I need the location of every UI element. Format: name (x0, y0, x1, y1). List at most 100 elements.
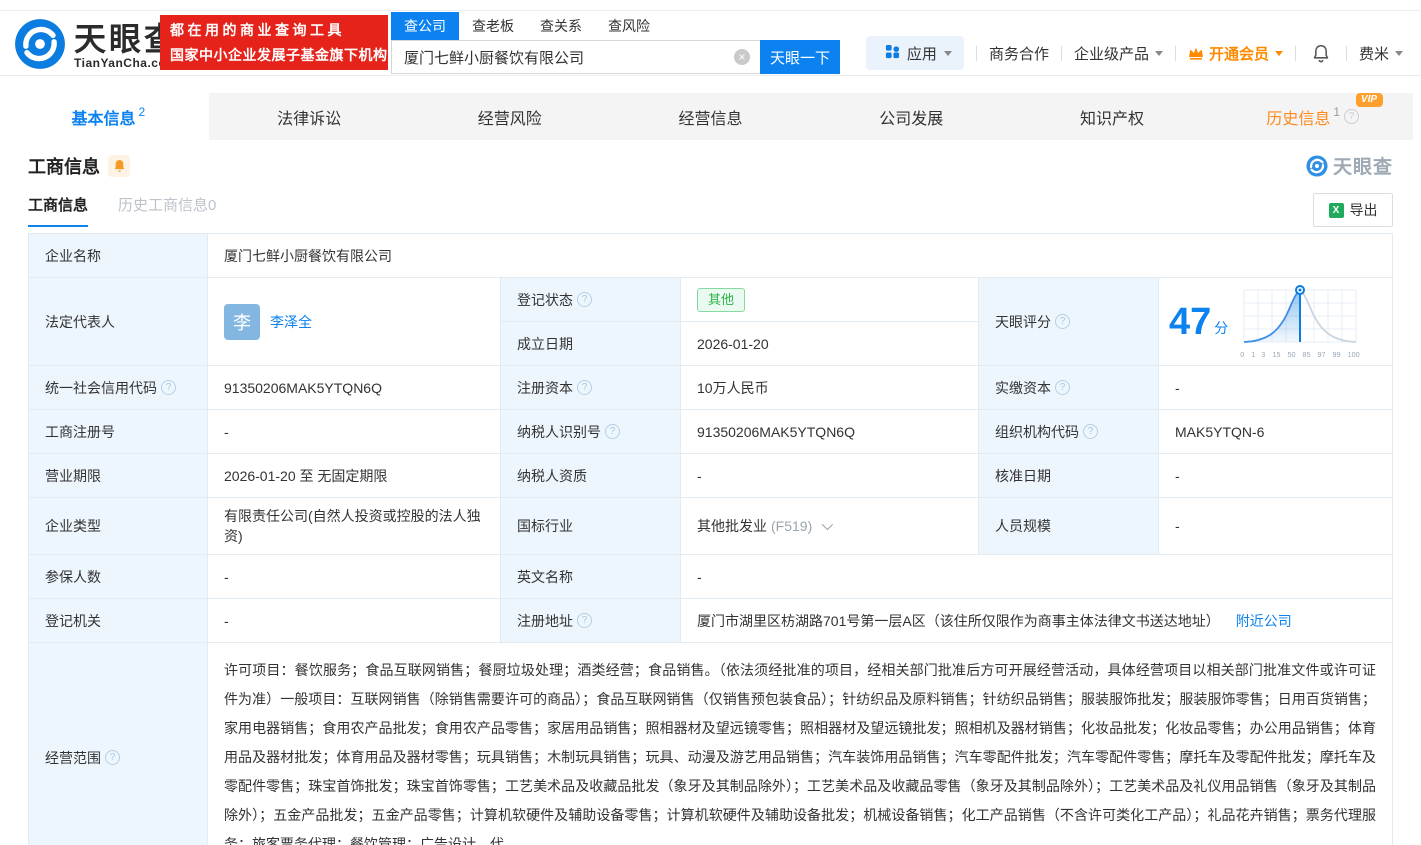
search-area: 查公司 查老板 查关系 查风险 × 天眼一下 (391, 12, 840, 74)
monitor-bell-icon[interactable] (108, 154, 130, 177)
business-scope-value: 许可项目：餐饮服务；食品互联网销售；餐厨垃圾处理；酒类经营；食品销售。（依法须经… (208, 643, 1392, 845)
tab-operating-info[interactable]: 经营信息 (610, 93, 811, 140)
help-icon[interactable]: ? (577, 613, 592, 628)
chevron-down-icon (943, 50, 952, 56)
industry-label: 国标行业 (501, 498, 681, 555)
staff-size-label: 人员规模 (979, 498, 1159, 555)
app-grid-icon (885, 44, 900, 63)
english-name-label: 英文名称 (501, 555, 681, 599)
legal-rep-value: 李 李泽全 (208, 278, 501, 366)
search-tab-relation[interactable]: 查关系 (527, 12, 595, 40)
search-input[interactable] (391, 40, 760, 74)
tianyancha-watermark: 天眼查 (1306, 152, 1393, 179)
tab-intellectual-property[interactable]: 知识产权 (1012, 93, 1213, 140)
table-row: 参保人数 - 英文名称 - (29, 555, 1392, 599)
tab-company-development[interactable]: 公司发展 (811, 93, 1012, 140)
apps-menu-button[interactable]: 应用 (865, 36, 964, 70)
score-chart-axis: 0 1 3 15 50 85 97 99 100 (1240, 350, 1360, 359)
notification-bell-icon[interactable] (1312, 44, 1330, 63)
insured-count-value: - (208, 555, 501, 599)
approval-date-value: - (1159, 454, 1392, 498)
export-button[interactable]: X 导出 (1313, 193, 1393, 227)
tab-basic-info[interactable]: 基本信息 2 (8, 93, 209, 140)
search-button[interactable]: 天眼一下 (760, 40, 840, 74)
chevron-down-icon (1154, 50, 1163, 56)
taxpayer-id-value: 91350206MAK5YTQN6Q (681, 410, 979, 454)
search-tabs: 查公司 查老板 查关系 查风险 (391, 12, 840, 40)
tianyancha-logo-icon (14, 18, 66, 75)
user-account-menu[interactable]: 费米 (1359, 43, 1403, 64)
score-unit: 分 (1214, 319, 1229, 336)
reg-address-value: 厦门市湖里区枋湖路701号第一层A区（该住所仅限作为商事主体法律文书送达地址） … (681, 599, 1392, 643)
company-type-label: 企业类型 (29, 498, 208, 555)
score-number: 47 (1169, 300, 1212, 343)
section-header: 工商信息 天眼查 (28, 152, 1393, 179)
reg-capital-value: 10万人民币 (681, 366, 979, 410)
chevron-down-icon (1395, 50, 1403, 56)
business-term-value: 2026-01-20 至 无固定期限 (208, 454, 501, 498)
company-name-value: 厦门七鲜小厨餐饮有限公司 (208, 234, 1392, 278)
page-top-divider (0, 0, 1421, 11)
chevron-down-icon[interactable] (821, 518, 834, 531)
legal-rep-link[interactable]: 李泽全 (270, 312, 312, 332)
credit-code-label: 统一社会信用代码 ? (29, 366, 208, 410)
enterprise-products-menu[interactable]: 企业级产品 (1074, 43, 1163, 64)
reg-status-value: 其他 (681, 278, 979, 322)
help-icon[interactable]: ? (1055, 314, 1070, 329)
table-row: 法定代表人 李 李泽全 登记状态 ? 其他 天眼评分 ? 47 分 0 1 3 … (29, 278, 1392, 366)
legal-rep-avatar[interactable]: 李 (224, 303, 260, 340)
reg-number-value: - (208, 410, 501, 454)
help-icon[interactable]: ? (1055, 380, 1070, 395)
search-tab-boss[interactable]: 查老板 (459, 12, 527, 40)
reg-number-label: 工商注册号 (29, 410, 208, 454)
banner-line2: 国家中小企业发展子基金旗下机构 (170, 47, 388, 63)
nearby-companies-link[interactable]: 附近公司 (1236, 611, 1292, 631)
help-icon[interactable]: ? (577, 380, 592, 395)
industry-code: (F519) (771, 518, 813, 534)
subtab-business-info[interactable]: 工商信息 (28, 194, 89, 227)
table-row: 统一社会信用代码 ? 91350206MAK5YTQN6Q 注册资本 ? 10万… (29, 366, 1392, 410)
username: 费米 (1358, 45, 1389, 63)
industry-value: 其他批发业 (F519) (681, 498, 979, 555)
tab-legal-proceedings[interactable]: 法律诉讼 (209, 93, 410, 140)
company-name-label: 企业名称 (29, 234, 208, 278)
help-icon[interactable]: ? (161, 380, 176, 395)
site-logo[interactable]: 天眼查 TianYanCha.com (14, 18, 179, 75)
help-icon[interactable]: ? (577, 292, 592, 307)
chevron-down-icon (1274, 50, 1283, 56)
org-code-label: 组织机构代码 ? (979, 410, 1159, 454)
help-icon[interactable]: ? (105, 750, 120, 765)
paid-capital-label: 实缴资本 ? (979, 366, 1159, 410)
business-cooperation-link[interactable]: 商务合作 (989, 43, 1049, 64)
english-name-value: - (681, 555, 1392, 599)
reg-capital-label: 注册资本 ? (501, 366, 681, 410)
establish-date-value: 2026-01-20 (681, 322, 979, 366)
reg-authority-value: - (208, 599, 501, 643)
search-tab-risk[interactable]: 查风险 (595, 12, 663, 40)
tab-operating-risk[interactable]: 经营风险 (409, 93, 610, 140)
company-type-value: 有限责任公司(自然人投资或控股的法人独资) (208, 498, 501, 555)
open-vip-menu[interactable]: 开通会员 (1188, 43, 1283, 64)
site-header: 天眼查 TianYanCha.com 都在用的商业查询工具 国家中小企业发展子基… (0, 11, 1421, 76)
approval-date-label: 核准日期 (979, 454, 1159, 498)
header-nav: 应用 商务合作 企业级产品 开通会员 费米 (865, 36, 1403, 70)
help-icon[interactable]: ? (1344, 109, 1360, 124)
help-icon[interactable]: ? (1083, 424, 1098, 439)
help-icon[interactable]: ? (605, 424, 620, 439)
subtab-history-business-info[interactable]: 历史工商信息0 (118, 194, 216, 227)
tab-history-info[interactable]: VIP 历史信息 1 ? (1212, 93, 1413, 140)
clear-search-icon[interactable]: × (734, 49, 750, 65)
staff-size-value: - (1159, 498, 1392, 555)
table-row: 经营范围 ? 许可项目：餐饮服务；食品互联网销售；餐厨垃圾处理；酒类经营；食品销… (29, 643, 1392, 845)
taxpayer-quality-label: 纳税人资质 (501, 454, 681, 498)
search-tab-company[interactable]: 查公司 (391, 12, 459, 40)
business-term-label: 营业期限 (29, 454, 208, 498)
org-code-value: MAK5YTQN-6 (1159, 410, 1392, 454)
company-tab-bar: 基本信息 2 法律诉讼 经营风险 经营信息 公司发展 知识产权 VIP 历史信息 … (8, 93, 1413, 140)
establish-date-label: 成立日期 (501, 322, 681, 366)
table-row: 企业类型 有限责任公司(自然人投资或控股的法人独资) 国标行业 其他批发业 (F… (29, 498, 1392, 555)
excel-icon: X (1328, 202, 1344, 218)
credit-code-value: 91350206MAK5YTQN6Q (208, 366, 501, 410)
taxpayer-id-label: 纳税人识别号 ? (501, 410, 681, 454)
table-row: 营业期限 2026-01-20 至 无固定期限 纳税人资质 - 核准日期 - (29, 454, 1392, 498)
